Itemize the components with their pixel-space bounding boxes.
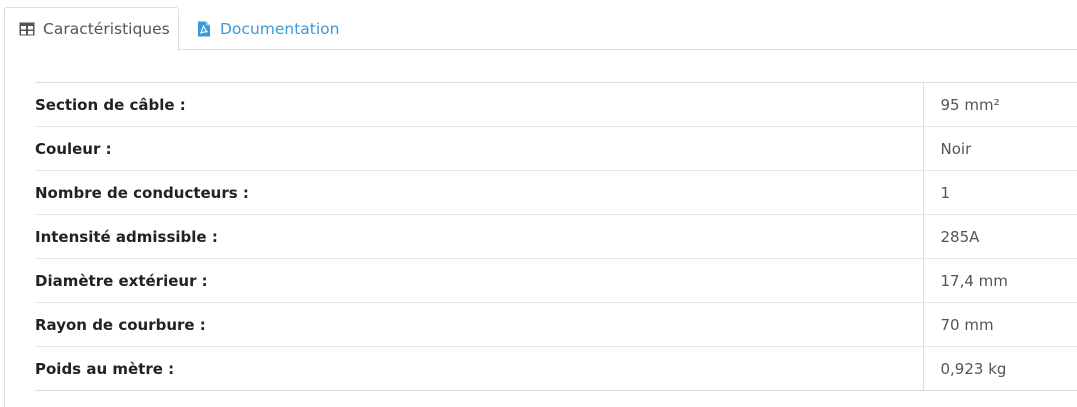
- spec-label: Diamètre extérieur :: [35, 258, 923, 303]
- spec-label: Section de câble :: [35, 95, 186, 114]
- spec-label: Intensité admissible :: [35, 214, 923, 259]
- specifications-table: Section de câble : 95 mm² Couleur : Noir Nom…: [35, 82, 1077, 391]
- spec-value: 17,4 mm: [922, 258, 1077, 303]
- spec-label: Rayon de courbure :: [35, 302, 923, 347]
- tab-panel-caracteristiques: Section de câble : 95 mm² Couleur : Noir Nom…: [4, 50, 1077, 407]
- spec-row: Diamètre extérieur :17,4 mm: [35, 258, 1077, 303]
- tab-documentation-label: Documentation: [220, 19, 340, 38]
- spec-value: Noir: [922, 126, 1077, 171]
- spec-row: Section de câble : 95 mm²: [35, 82, 1077, 127]
- tab-caracteristiques[interactable]: Caractéristiques: [4, 7, 179, 51]
- table-icon: [19, 21, 35, 37]
- spec-value: 1: [922, 170, 1077, 215]
- spec-row: Rayon de courbure :70 mm: [35, 302, 1077, 347]
- tab-caracteristiques-label: Caractéristiques: [43, 20, 170, 38]
- spec-row: Poids au mètre :0,923 kg: [35, 346, 1077, 391]
- spec-row: Nombre de conducteurs :1: [35, 170, 1077, 215]
- spec-row: Couleur : Noir: [35, 126, 1077, 171]
- spec-value: 95 mm²: [922, 82, 1077, 127]
- pdf-file-icon: [196, 21, 212, 37]
- spec-value: 70 mm: [922, 302, 1077, 347]
- spec-label: Poids au mètre :: [35, 346, 923, 391]
- spec-label: Nombre de conducteurs :: [35, 170, 923, 215]
- spec-value: 285A: [922, 214, 1077, 259]
- spec-row: Intensité admissible :285A: [35, 214, 1077, 259]
- tab-bar: Caractéristiques Documentation: [4, 7, 1077, 51]
- spec-label: Couleur :: [35, 126, 923, 171]
- spec-value: 0,923 kg: [922, 346, 1077, 391]
- product-tabs: Caractéristiques Documentation Section d…: [0, 0, 1077, 407]
- tab-documentation[interactable]: Documentation: [194, 7, 340, 50]
